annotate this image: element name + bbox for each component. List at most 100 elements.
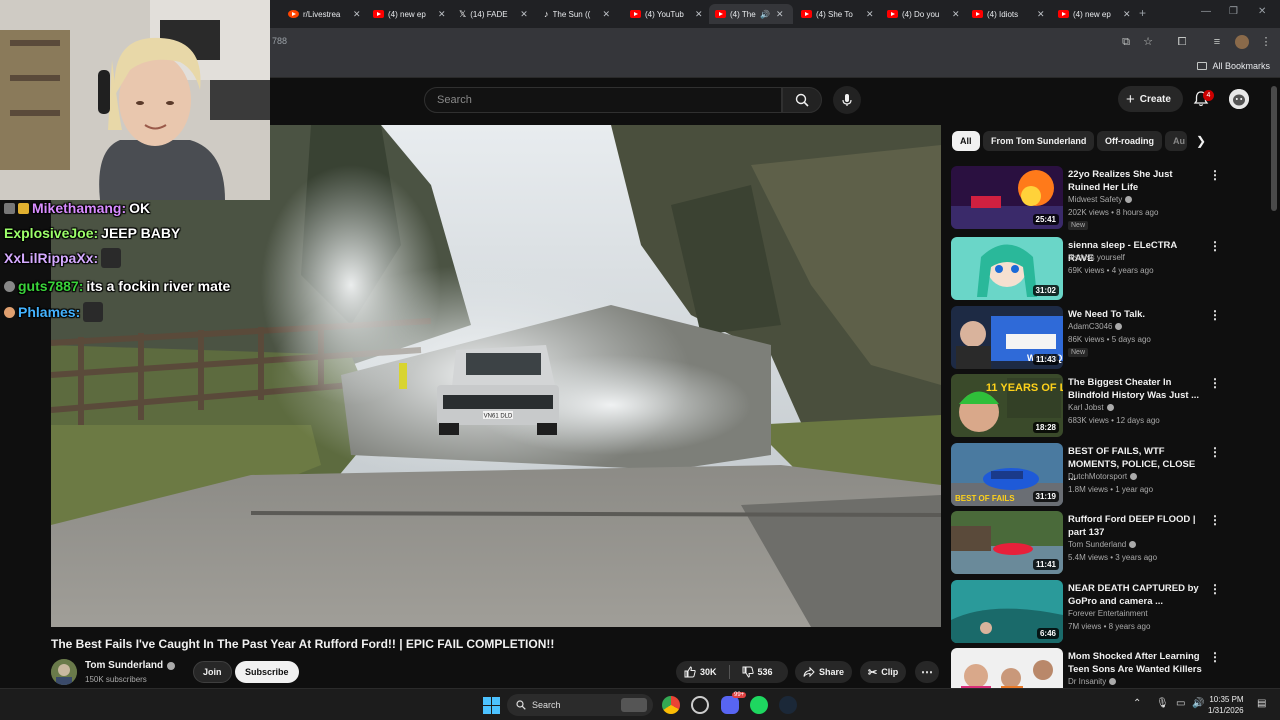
profile-avatar-icon[interactable] [1235, 35, 1249, 49]
windows-start-icon[interactable] [483, 697, 500, 714]
subscribe-button[interactable]: Subscribe [235, 661, 299, 683]
browser-tab-active[interactable]: (4) The 🔊 ✕ [709, 4, 793, 24]
close-tab-icon[interactable]: ✕ [603, 9, 611, 20]
voice-search-button[interactable] [833, 86, 861, 114]
more-vert-icon[interactable]: ⋮ [1209, 513, 1221, 527]
volume-icon[interactable]: 🔊 [1192, 698, 1204, 709]
search-button[interactable] [782, 87, 822, 113]
obs-icon[interactable] [691, 696, 709, 714]
more-vert-icon[interactable]: ⋮ [1209, 376, 1221, 390]
video-thumbnail[interactable]: 25:41 [951, 166, 1063, 229]
dislike-button[interactable]: 536 [734, 661, 781, 683]
network-icon[interactable]: ▭ [1176, 698, 1185, 709]
browser-tab[interactable]: r/Livestrea ✕ [282, 4, 366, 24]
share-button[interactable]: Share [795, 661, 853, 683]
channel-name[interactable]: DutchMotorsport [1068, 472, 1138, 481]
new-tab-icon[interactable]: + [1139, 6, 1146, 20]
video-thumbnail[interactable]: BEST OF FAILS 31:19 [951, 443, 1063, 506]
close-tab-icon[interactable]: ✕ [776, 9, 784, 20]
video-title[interactable]: The Biggest Cheater In Blindfold History… [1068, 376, 1204, 402]
channel-avatar[interactable] [51, 659, 77, 685]
like-button[interactable]: 30K [676, 661, 725, 683]
account-avatar[interactable] [1229, 89, 1249, 109]
more-vert-icon[interactable]: ⋮ [1209, 308, 1221, 322]
all-bookmarks-button[interactable]: All Bookmarks [1197, 61, 1270, 71]
video-thumbnail[interactable]: 6:46 [951, 580, 1063, 643]
recommended-video[interactable]: Mom Shocked After Learning Teen Sons Are… [951, 648, 1221, 688]
video-title[interactable]: Mom Shocked After Learning Teen Sons Are… [1068, 650, 1204, 676]
channel-name-link[interactable]: Tom Sunderland [85, 660, 176, 671]
taskbar-search[interactable]: Search [507, 694, 653, 716]
recommended-video[interactable]: 31:02 sienna sleep - ELeCTRA RAVE dismis… [951, 237, 1221, 301]
browser-tab[interactable]: 𝕏 (14) FADE ✕ [453, 4, 537, 24]
recommended-video[interactable]: BEST OF FAILS 31:19 BEST OF FAILS, WTF M… [951, 443, 1221, 507]
more-vert-icon[interactable]: ⋮ [1209, 582, 1221, 596]
url-text[interactable]: 788 [272, 36, 287, 46]
channel-name[interactable]: dismiss yourself [1068, 253, 1125, 262]
channel-name[interactable]: Forever Entertainment [1068, 609, 1148, 618]
chip-all[interactable]: All [952, 131, 980, 151]
steam-icon[interactable] [779, 696, 797, 714]
chevron-right-icon[interactable]: ❯ [1196, 134, 1206, 148]
video-title[interactable]: We Need To Talk. [1068, 308, 1204, 321]
system-clock[interactable]: 10:35 PM 1/31/2026 [1208, 694, 1244, 716]
video-player[interactable]: VN61 DLD [51, 125, 941, 627]
close-tab-icon[interactable]: ✕ [438, 9, 446, 20]
search-input[interactable] [425, 88, 781, 112]
close-tab-icon[interactable]: ✕ [520, 9, 528, 20]
video-title[interactable]: Rufford Ford DEEP FLOOD | part 137 [1068, 513, 1204, 539]
browser-tab[interactable]: (4) Do you ✕ [881, 4, 965, 24]
recommended-video[interactable]: 11 YEARS OF LIES 18:28 The Biggest Cheat… [951, 374, 1221, 438]
maximize-icon[interactable]: ❐ [1229, 6, 1238, 17]
browser-tab[interactable]: (4) new ep ✕ [367, 4, 451, 24]
chip-off-roading[interactable]: Off-roading [1097, 131, 1162, 151]
notification-center-icon[interactable]: ▤ [1257, 698, 1266, 709]
more-vert-icon[interactable]: ⋮ [1209, 650, 1221, 664]
video-title[interactable]: 22yo Realizes She Just Ruined Her Life [1068, 168, 1204, 194]
chip-from-channel[interactable]: From Tom Sunderland [983, 131, 1095, 151]
recommended-video[interactable]: 11:41 Rufford Ford DEEP FLOOD | part 137… [951, 511, 1221, 575]
discord-icon[interactable] [721, 696, 739, 714]
microphone-icon[interactable]: 🎙 [1156, 698, 1169, 709]
more-actions-button[interactable]: ⋯ [915, 661, 939, 683]
more-vert-icon[interactable]: ⋮ [1209, 239, 1221, 253]
create-button[interactable]: + Create [1118, 86, 1183, 112]
extensions-icon[interactable]: ⧠ [1175, 35, 1189, 49]
browser-tab[interactable]: (4) new ep ✕ [1052, 4, 1136, 24]
close-tab-icon[interactable]: ✕ [353, 9, 361, 20]
reading-list-icon[interactable]: ≡ [1210, 35, 1224, 49]
close-tab-icon[interactable]: ✕ [1123, 9, 1131, 20]
video-thumbnail[interactable]: WHY I QU 11:43 [951, 306, 1063, 369]
chip-truncated[interactable]: Au [1165, 131, 1187, 151]
close-tab-icon[interactable]: ✕ [695, 9, 703, 20]
close-tab-icon[interactable]: ✕ [952, 9, 960, 20]
recommended-video[interactable]: 6:46 NEAR DEATH CAPTURED by GoPro and ca… [951, 580, 1221, 644]
browser-menu-icon[interactable]: ⋮ [1259, 35, 1273, 49]
join-button[interactable]: Join [193, 661, 232, 683]
video-thumbnail[interactable]: 11 YEARS OF LIES 18:28 [951, 374, 1063, 437]
browser-tab[interactable]: (4) She To ✕ [795, 4, 879, 24]
page-scrollbar[interactable] [1271, 86, 1277, 211]
video-thumbnail[interactable] [951, 648, 1063, 688]
browser-tab[interactable]: (4) Idiots ✕ [966, 4, 1050, 24]
browser-tab[interactable]: ♪ The Sun ((✕ [538, 4, 622, 24]
channel-name[interactable]: AdamC3046 [1068, 322, 1123, 331]
browser-tab[interactable]: (4) YouTub ✕ [624, 4, 708, 24]
channel-name[interactable]: Tom Sunderland [1068, 540, 1137, 549]
channel-name[interactable]: Midwest Safety [1068, 195, 1133, 204]
more-vert-icon[interactable]: ⋮ [1209, 445, 1221, 459]
chrome-icon[interactable] [662, 696, 680, 714]
video-thumbnail[interactable]: 31:02 [951, 237, 1063, 300]
recommended-video[interactable]: 25:41 22yo Realizes She Just Ruined Her … [951, 166, 1221, 230]
channel-name[interactable]: Karl Jobst [1068, 403, 1114, 412]
more-vert-icon[interactable]: ⋮ [1209, 168, 1221, 182]
install-icon[interactable]: ⧉ [1119, 35, 1133, 49]
bookmark-star-icon[interactable]: ☆ [1141, 35, 1155, 49]
clip-button[interactable]: ✂ Clip [860, 661, 907, 683]
video-title[interactable]: NEAR DEATH CAPTURED by GoPro and camera … [1068, 582, 1204, 608]
close-tab-icon[interactable]: ✕ [1037, 9, 1045, 20]
channel-name[interactable]: Dr Insanity [1068, 677, 1117, 686]
minimize-icon[interactable]: — [1201, 6, 1211, 17]
video-thumbnail[interactable]: 11:41 [951, 511, 1063, 574]
recommended-video[interactable]: WHY I QU 11:43 We Need To Talk. AdamC304… [951, 306, 1221, 370]
